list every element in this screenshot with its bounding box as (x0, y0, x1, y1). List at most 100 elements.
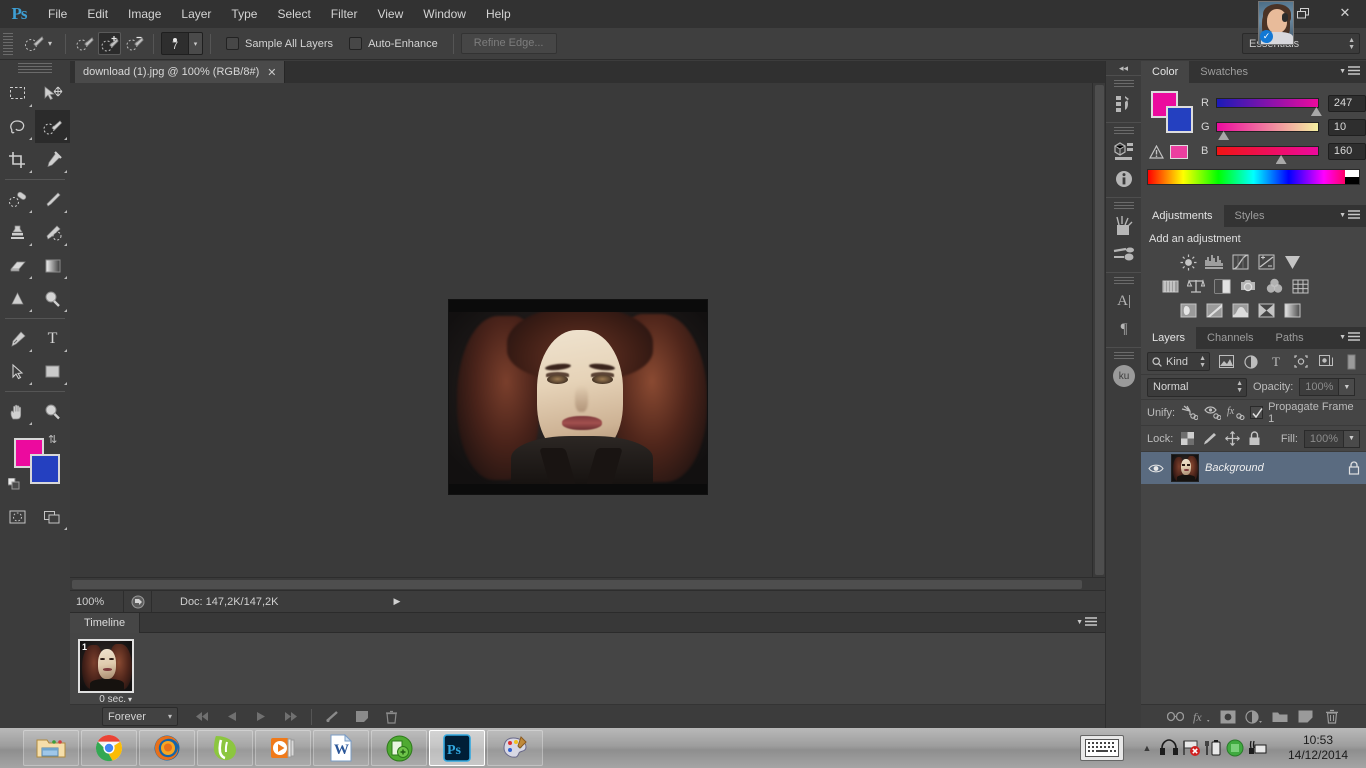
layer-thumbnail[interactable] (1171, 454, 1199, 482)
tool-blur[interactable] (0, 282, 35, 315)
lock-all-button[interactable] (1246, 429, 1262, 448)
menu-file[interactable]: File (38, 0, 77, 28)
history-panel-button[interactable] (1106, 90, 1142, 118)
color-lookup-button[interactable] (1289, 276, 1311, 296)
sample-all-layers-option[interactable]: Sample All Layers (218, 37, 341, 50)
user-avatar[interactable]: ✓ (1258, 1, 1294, 45)
brush-size-value[interactable]: 7 (162, 36, 188, 52)
menu-image[interactable]: Image (118, 0, 171, 28)
duplicate-frame-button[interactable] (349, 707, 375, 727)
quick-mask-button[interactable] (0, 500, 35, 533)
options-bar-grip[interactable] (3, 32, 13, 55)
3d-panel-button[interactable] (1106, 137, 1142, 165)
gamut-warning[interactable] (1149, 145, 1188, 159)
layer-row-background[interactable]: Background (1141, 452, 1366, 484)
timeline-panel-menu[interactable]: ▼ (1076, 617, 1097, 627)
delete-layer-button[interactable] (1322, 707, 1342, 727)
info-panel-button[interactable] (1106, 165, 1142, 193)
opacity-value[interactable]: 100% (1299, 378, 1340, 396)
layers-panel-menu[interactable]: ▼ (1339, 332, 1360, 342)
tool-lasso[interactable] (0, 110, 35, 143)
status-expand-arrow[interactable]: ▶ (388, 596, 406, 607)
horizontal-scrollbar-thumb[interactable] (72, 580, 1082, 589)
spectrum-white-black[interactable] (1345, 170, 1359, 184)
tool-hand[interactable] (0, 395, 35, 428)
lock-image-pixels-button[interactable] (1202, 429, 1218, 448)
artwork-image[interactable] (448, 299, 708, 495)
timeline-frames-area[interactable]: 1 0 sec. ▾ (70, 633, 1105, 705)
layer-visibility-toggle[interactable] (1147, 463, 1165, 474)
brush-panel-button[interactable] (1106, 212, 1142, 240)
ku-panel-button[interactable]: ku (1106, 362, 1142, 390)
loop-option-selector[interactable]: Forever ▾ (102, 707, 178, 726)
tab-adjustments[interactable]: Adjustments (1141, 205, 1224, 227)
new-selection-button[interactable] (73, 32, 96, 55)
tab-channels[interactable]: Channels (1196, 327, 1264, 349)
document-tab[interactable]: download (1).jpg @ 100% (RGB/8#) ✕ (75, 61, 286, 83)
workspace-spinner-icon[interactable]: ▲ ▼ (1348, 37, 1355, 51)
taskbar-green-round-app[interactable] (371, 730, 427, 766)
rail-grip-1[interactable] (1113, 80, 1134, 87)
blend-mode-spinner-icon[interactable]: ▲ ▼ (1236, 380, 1243, 394)
taskbar-green-app[interactable] (197, 730, 253, 766)
tool-rectangle[interactable] (35, 355, 70, 388)
tool-horizontal-type[interactable]: T (35, 322, 70, 355)
new-group-button[interactable] (1270, 707, 1290, 727)
black-white-button[interactable] (1211, 276, 1233, 296)
document-tab-close-button[interactable]: ✕ (267, 66, 276, 79)
filter-shape-button[interactable] (1292, 352, 1310, 371)
menu-layer[interactable]: Layer (171, 0, 221, 28)
canvas-viewport[interactable] (70, 83, 1105, 590)
channel-r-value[interactable]: 247 (1327, 94, 1366, 112)
layer-name[interactable]: Background (1205, 462, 1342, 474)
gamut-warning-swatch[interactable] (1170, 145, 1188, 159)
layer-style-button[interactable]: fx (1192, 707, 1212, 727)
green-status-tray-button[interactable] (1224, 735, 1246, 761)
menu-help[interactable]: Help (476, 0, 521, 28)
channel-g-value[interactable]: 10 (1327, 118, 1366, 136)
taskbar-microsoft-word[interactable]: W (313, 730, 369, 766)
delete-frame-button[interactable] (378, 707, 404, 727)
canvas-horizontal-scrollbar[interactable] (70, 577, 1105, 590)
tool-clone-stamp[interactable] (0, 216, 35, 249)
channel-mixer-button[interactable] (1263, 276, 1285, 296)
filter-toggle-button[interactable] (1342, 352, 1360, 371)
unify-style-button[interactable]: fx (1227, 403, 1245, 422)
rail-grip-4[interactable] (1113, 277, 1134, 284)
action-center-tray-button[interactable] (1180, 735, 1202, 761)
tab-styles[interactable]: Styles (1224, 205, 1276, 227)
on-screen-keyboard-button[interactable] (1080, 735, 1124, 761)
menu-view[interactable]: View (367, 0, 413, 28)
tool-zoom[interactable] (35, 395, 70, 428)
channel-b-knob[interactable] (1275, 155, 1287, 164)
taskbar-paint[interactable] (487, 730, 543, 766)
filter-smart-object-button[interactable] (1317, 352, 1335, 371)
fill-value[interactable]: 100% (1303, 429, 1344, 448)
tab-paths[interactable]: Paths (1265, 327, 1315, 349)
network-tray-button[interactable] (1246, 735, 1268, 761)
color-background-swatch[interactable] (1166, 106, 1193, 133)
timeline-frame[interactable]: 1 0 sec. ▾ (78, 639, 134, 709)
tool-move[interactable] (35, 77, 70, 110)
brightness-contrast-button[interactable] (1177, 252, 1199, 272)
default-colors-icon[interactable] (7, 477, 20, 490)
curves-button[interactable] (1229, 252, 1251, 272)
tool-gradient[interactable] (35, 249, 70, 282)
loop-dropdown-arrow[interactable]: ▾ (168, 712, 172, 721)
layer-filter-kind-spinner-icon[interactable]: ▲ ▼ (1199, 355, 1206, 369)
invert-button[interactable] (1177, 300, 1199, 320)
channel-r-knob[interactable] (1310, 107, 1322, 116)
fill-control[interactable]: 100% ▼ (1303, 429, 1360, 448)
screen-mode-button[interactable] (35, 500, 70, 533)
tool-quick-selection[interactable] (35, 110, 70, 143)
opacity-dropdown-arrow[interactable]: ▼ (1339, 378, 1356, 396)
channel-g-track[interactable] (1216, 122, 1319, 140)
taskbar-google-chrome[interactable] (81, 730, 137, 766)
menu-filter[interactable]: Filter (321, 0, 368, 28)
link-layers-button[interactable] (1166, 707, 1186, 727)
menu-select[interactable]: Select (267, 0, 320, 28)
taskbar-adobe-photoshop[interactable]: Ps (429, 730, 485, 766)
subtract-from-selection-button[interactable] (123, 32, 146, 55)
select-previous-frame-button[interactable] (219, 707, 245, 727)
select-first-frame-button[interactable] (190, 707, 216, 727)
